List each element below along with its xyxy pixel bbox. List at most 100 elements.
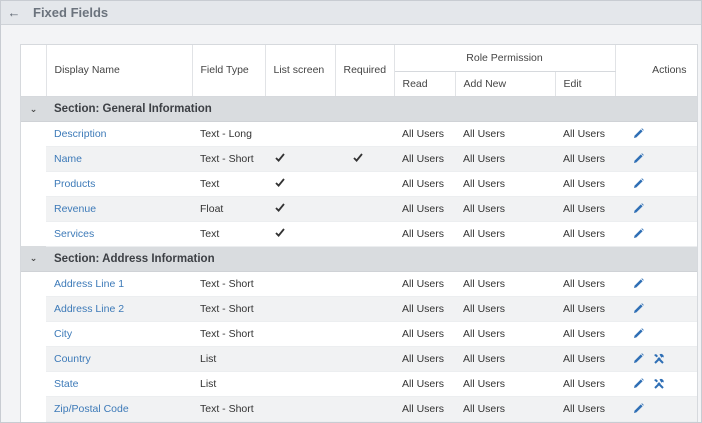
field-name-link[interactable]: Address Line 2 xyxy=(54,303,124,315)
field-name-link[interactable]: Name xyxy=(54,153,82,165)
section-row[interactable]: ⌄ Section: Address Information xyxy=(21,246,697,272)
column-header-field-type[interactable]: Field Type xyxy=(192,45,266,97)
checkmark-icon xyxy=(273,177,285,190)
field-type-cell: Text - Short xyxy=(192,321,265,347)
arrow-left-icon[interactable]: ← xyxy=(1,5,27,20)
table-row: Address Line 1 Text - Short All Users All U… xyxy=(21,271,697,297)
edit-permission-cell: All Users xyxy=(555,321,616,347)
field-name-link[interactable]: Zip/Postal Code xyxy=(54,403,129,415)
required-cell xyxy=(335,146,394,172)
pencil-icon[interactable] xyxy=(633,153,649,165)
read-cell: All Users xyxy=(394,371,455,397)
pencil-icon[interactable] xyxy=(633,377,649,389)
read-cell: All Users xyxy=(394,296,455,322)
actions-cell xyxy=(615,321,697,347)
list-screen-cell xyxy=(265,271,335,297)
field-name-link[interactable]: Country xyxy=(54,353,91,365)
section-toggle[interactable]: ⌄ xyxy=(21,96,46,122)
edit-permission-cell: All Users xyxy=(555,396,616,422)
actions-cell xyxy=(615,271,697,297)
column-header-add-new[interactable]: Add New xyxy=(455,71,556,97)
row-gutter xyxy=(21,146,46,171)
field-type-cell: Text xyxy=(192,171,265,197)
field-name-link[interactable]: Description xyxy=(54,128,107,140)
pencil-icon[interactable] xyxy=(633,203,649,215)
actions-cell xyxy=(615,196,697,222)
row-gutter xyxy=(21,371,46,396)
read-cell: All Users xyxy=(394,196,455,222)
table-row: Products Text All Users All Users All Users xyxy=(21,171,697,197)
row-gutter xyxy=(21,321,46,346)
pencil-icon[interactable] xyxy=(633,128,649,140)
field-name-link[interactable]: Revenue xyxy=(54,203,96,215)
checkmark-icon xyxy=(273,152,285,165)
required-cell xyxy=(335,371,394,397)
read-cell: All Users xyxy=(394,121,455,147)
pencil-icon[interactable] xyxy=(633,178,649,190)
field-type-cell: Text - Short xyxy=(192,396,265,422)
column-header-list-screen[interactable]: List screen xyxy=(265,45,336,97)
field-name-cell: State xyxy=(46,371,192,397)
checkmark-icon xyxy=(273,227,285,240)
field-name-link[interactable]: Services xyxy=(54,228,94,240)
field-name-link[interactable]: State xyxy=(54,378,79,390)
field-type-cell: Float xyxy=(192,196,265,222)
column-header-role-permission: Role Permission xyxy=(394,45,616,72)
pencil-icon[interactable] xyxy=(633,278,649,290)
read-cell: All Users xyxy=(394,396,455,422)
list-screen-cell xyxy=(265,121,335,147)
edit-permission-cell: All Users xyxy=(555,196,616,222)
field-name-link[interactable]: City xyxy=(54,328,72,340)
list-screen-cell xyxy=(265,171,335,197)
column-header-actions: Actions xyxy=(615,45,697,97)
list-screen-cell xyxy=(265,196,335,222)
field-name-link[interactable]: Address Line 1 xyxy=(54,278,124,290)
page-title: Fixed Fields xyxy=(33,5,109,20)
actions-cell xyxy=(615,346,697,372)
field-type-cell: Text xyxy=(192,221,265,247)
list-screen-cell xyxy=(265,146,335,172)
column-header-read[interactable]: Read xyxy=(394,71,456,97)
required-cell xyxy=(335,121,394,147)
actions-cell xyxy=(615,371,697,397)
row-gutter xyxy=(21,396,46,421)
tools-icon[interactable] xyxy=(653,352,669,364)
tools-icon[interactable] xyxy=(653,377,669,389)
table-row: State List All Users All Users All Users xyxy=(21,371,697,397)
edit-permission-cell: All Users xyxy=(555,171,616,197)
field-name-link[interactable]: Products xyxy=(54,178,95,190)
required-cell xyxy=(335,396,394,422)
section-toggle[interactable]: ⌄ xyxy=(21,246,46,272)
required-cell xyxy=(335,321,394,347)
pencil-icon[interactable] xyxy=(633,328,649,340)
list-screen-cell xyxy=(265,221,335,247)
pencil-icon[interactable] xyxy=(633,352,649,364)
add-new-cell: All Users xyxy=(455,396,555,422)
column-header-edit[interactable]: Edit xyxy=(555,71,616,97)
column-header-required[interactable]: Required xyxy=(335,45,395,97)
section-title: Section: General Information xyxy=(46,96,697,122)
chevron-down-icon[interactable]: ⌄ xyxy=(30,253,38,263)
field-type-cell: List xyxy=(192,371,265,397)
section-row[interactable]: ⌄ Section: General Information xyxy=(21,96,697,122)
fixed-fields-table: Display Name Field Type List screen Requ… xyxy=(21,45,697,422)
app-window: ← Fixed Fields Display Name Field Type L… xyxy=(0,0,702,423)
row-gutter xyxy=(21,346,46,371)
table-body: ⌄ Section: General Information Description… xyxy=(21,96,697,422)
read-cell: All Users xyxy=(394,146,455,172)
column-header-display-name[interactable]: Display Name xyxy=(46,45,193,97)
edit-permission-cell: All Users xyxy=(555,271,616,297)
list-screen-cell xyxy=(265,396,335,422)
chevron-down-icon[interactable]: ⌄ xyxy=(30,104,38,114)
add-new-cell: All Users xyxy=(455,346,555,372)
pencil-icon[interactable] xyxy=(633,403,649,415)
field-name-cell: Address Line 2 xyxy=(46,296,192,322)
pencil-icon[interactable] xyxy=(633,228,649,240)
actions-cell xyxy=(615,396,697,422)
row-gutter xyxy=(21,121,46,146)
add-new-cell: All Users xyxy=(455,221,555,247)
table-row: Zip/Postal Code Text - Short All Users All … xyxy=(21,396,697,422)
pencil-icon[interactable] xyxy=(633,303,649,315)
required-cell xyxy=(335,271,394,297)
table-row: Country List All Users All Users All Users xyxy=(21,346,697,372)
